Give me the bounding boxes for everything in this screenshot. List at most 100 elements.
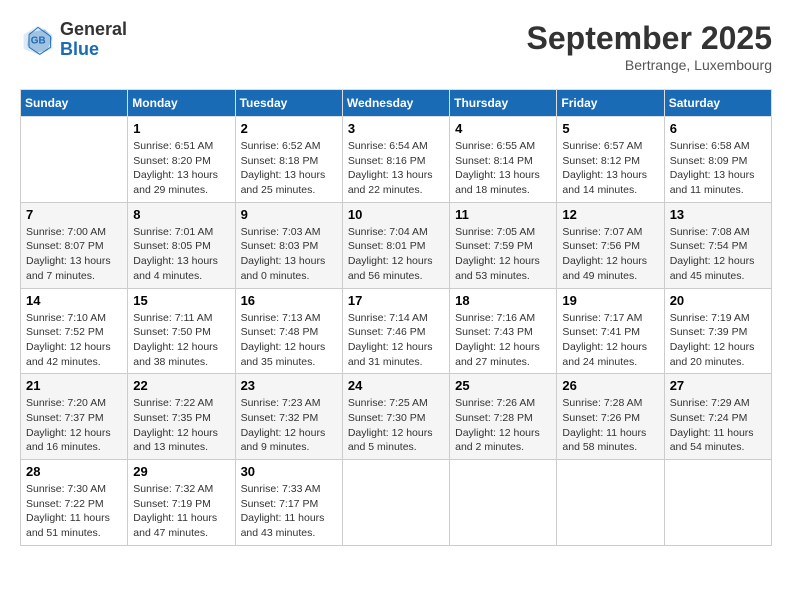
weekday-header-row: SundayMondayTuesdayWednesdayThursdayFrid… xyxy=(21,90,772,117)
weekday-header-tuesday: Tuesday xyxy=(235,90,342,117)
day-number: 25 xyxy=(455,378,551,393)
weekday-header-monday: Monday xyxy=(128,90,235,117)
calendar-cell: 27 Sunrise: 7:29 AMSunset: 7:24 PMDayligh… xyxy=(664,374,771,460)
calendar-cell xyxy=(557,460,664,546)
day-info: Sunrise: 7:17 AMSunset: 7:41 PMDaylight:… xyxy=(562,311,658,370)
day-info: Sunrise: 7:28 AMSunset: 7:26 PMDaylight:… xyxy=(562,396,658,455)
calendar-cell xyxy=(342,460,449,546)
calendar-cell: 9Sunrise: 7:03 AMSunset: 8:03 PMDaylight… xyxy=(235,202,342,288)
day-info: Sunrise: 7:20 AMSunset: 7:37 PMDaylight:… xyxy=(26,396,122,455)
day-number: 20 xyxy=(670,293,766,308)
calendar-week-row: 7 Sunrise: 7:00 AMSunset: 8:07 PMDaylight… xyxy=(21,202,772,288)
day-number: 17 xyxy=(348,293,444,308)
calendar-cell: 11 Sunrise: 7:05 AMSunset: 7:59 PMDayligh… xyxy=(450,202,557,288)
day-info: Sunrise: 7:29 AMSunset: 7:24 PMDaylight:… xyxy=(670,396,766,455)
logo-text: General Blue xyxy=(60,20,127,60)
calendar-cell: 24 Sunrise: 7:25 AMSunset: 7:30 PMDayligh… xyxy=(342,374,449,460)
calendar-cell xyxy=(664,460,771,546)
day-number: 28 xyxy=(26,464,122,479)
calendar-cell xyxy=(450,460,557,546)
day-info: Sunrise: 7:08 AMSunset: 7:54 PMDaylight:… xyxy=(670,225,766,284)
calendar-cell: 18Sunrise: 7:16 AMSunset: 7:43 PMDayligh… xyxy=(450,288,557,374)
logo: GB General Blue xyxy=(20,20,127,60)
calendar-table: SundayMondayTuesdayWednesdayThursdayFrid… xyxy=(20,89,772,546)
day-info: Sunrise: 7:10 AMSunset: 7:52 PMDaylight:… xyxy=(26,311,122,370)
calendar-cell: 28Sunrise: 7:30 AMSunset: 7:22 PMDayligh… xyxy=(21,460,128,546)
day-number: 13 xyxy=(670,207,766,222)
calendar-cell: 23 Sunrise: 7:23 AMSunset: 7:32 PMDayligh… xyxy=(235,374,342,460)
logo-blue-text: Blue xyxy=(60,40,127,60)
day-number: 6 xyxy=(670,121,766,136)
calendar-header: SundayMondayTuesdayWednesdayThursdayFrid… xyxy=(21,90,772,117)
calendar-cell: 29Sunrise: 7:32 AMSunset: 7:19 PMDayligh… xyxy=(128,460,235,546)
day-number: 15 xyxy=(133,293,229,308)
weekday-header-friday: Friday xyxy=(557,90,664,117)
day-info: Sunrise: 7:22 AMSunset: 7:35 PMDaylight:… xyxy=(133,396,229,455)
calendar-week-row: 14Sunrise: 7:10 AMSunset: 7:52 PMDayligh… xyxy=(21,288,772,374)
day-info: Sunrise: 6:57 AMSunset: 8:12 PMDaylight:… xyxy=(562,139,658,198)
day-number: 1 xyxy=(133,121,229,136)
day-info: Sunrise: 7:05 AMSunset: 7:59 PMDaylight:… xyxy=(455,225,551,284)
calendar-cell: 25 Sunrise: 7:26 AMSunset: 7:28 PMDayligh… xyxy=(450,374,557,460)
calendar-cell: 21 Sunrise: 7:20 AMSunset: 7:37 PMDayligh… xyxy=(21,374,128,460)
month-title: September 2025 xyxy=(527,20,772,57)
day-info: Sunrise: 6:51 AMSunset: 8:20 PMDaylight:… xyxy=(133,139,229,198)
weekday-header-thursday: Thursday xyxy=(450,90,557,117)
day-number: 22 xyxy=(133,378,229,393)
day-info: Sunrise: 7:33 AMSunset: 7:17 PMDaylight:… xyxy=(241,482,337,541)
day-info: Sunrise: 6:55 AMSunset: 8:14 PMDaylight:… xyxy=(455,139,551,198)
day-number: 12 xyxy=(562,207,658,222)
calendar-week-row: 1 Sunrise: 6:51 AMSunset: 8:20 PMDaylight… xyxy=(21,117,772,203)
day-info: Sunrise: 7:04 AMSunset: 8:01 PMDaylight:… xyxy=(348,225,444,284)
day-number: 27 xyxy=(670,378,766,393)
day-number: 26 xyxy=(562,378,658,393)
day-info: Sunrise: 6:58 AMSunset: 8:09 PMDaylight:… xyxy=(670,139,766,198)
logo-icon: GB xyxy=(20,22,56,58)
day-info: Sunrise: 7:03 AMSunset: 8:03 PMDaylight:… xyxy=(241,225,337,284)
logo-general-text: General xyxy=(60,20,127,40)
calendar-cell: 20Sunrise: 7:19 AMSunset: 7:39 PMDayligh… xyxy=(664,288,771,374)
calendar-cell: 13 Sunrise: 7:08 AMSunset: 7:54 PMDayligh… xyxy=(664,202,771,288)
svg-text:GB: GB xyxy=(31,35,46,46)
calendar-cell: 10 Sunrise: 7:04 AMSunset: 8:01 PMDayligh… xyxy=(342,202,449,288)
calendar-cell: 12Sunrise: 7:07 AMSunset: 7:56 PMDayligh… xyxy=(557,202,664,288)
calendar-week-row: 21 Sunrise: 7:20 AMSunset: 7:37 PMDayligh… xyxy=(21,374,772,460)
day-info: Sunrise: 7:00 AMSunset: 8:07 PMDaylight:… xyxy=(26,225,122,284)
title-block: September 2025 Bertrange, Luxembourg xyxy=(527,20,772,73)
day-info: Sunrise: 7:26 AMSunset: 7:28 PMDaylight:… xyxy=(455,396,551,455)
calendar-cell: 8Sunrise: 7:01 AMSunset: 8:05 PMDaylight… xyxy=(128,202,235,288)
day-info: Sunrise: 7:01 AMSunset: 8:05 PMDaylight:… xyxy=(133,225,229,284)
day-number: 19 xyxy=(562,293,658,308)
weekday-header-sunday: Sunday xyxy=(21,90,128,117)
day-number: 2 xyxy=(241,121,337,136)
day-info: Sunrise: 6:54 AMSunset: 8:16 PMDaylight:… xyxy=(348,139,444,198)
day-info: Sunrise: 7:25 AMSunset: 7:30 PMDaylight:… xyxy=(348,396,444,455)
calendar-cell: 5Sunrise: 6:57 AMSunset: 8:12 PMDaylight… xyxy=(557,117,664,203)
calendar-cell: 2Sunrise: 6:52 AMSunset: 8:18 PMDaylight… xyxy=(235,117,342,203)
location-subtitle: Bertrange, Luxembourg xyxy=(527,57,772,73)
calendar-cell: 1 Sunrise: 6:51 AMSunset: 8:20 PMDaylight… xyxy=(128,117,235,203)
calendar-cell xyxy=(21,117,128,203)
calendar-cell: 15 Sunrise: 7:11 AMSunset: 7:50 PMDayligh… xyxy=(128,288,235,374)
day-number: 7 xyxy=(26,207,122,222)
calendar-cell: 16Sunrise: 7:13 AMSunset: 7:48 PMDayligh… xyxy=(235,288,342,374)
calendar-cell: 3Sunrise: 6:54 AMSunset: 8:16 PMDaylight… xyxy=(342,117,449,203)
day-number: 10 xyxy=(348,207,444,222)
day-number: 11 xyxy=(455,207,551,222)
day-info: Sunrise: 7:23 AMSunset: 7:32 PMDaylight:… xyxy=(241,396,337,455)
calendar-week-row: 28Sunrise: 7:30 AMSunset: 7:22 PMDayligh… xyxy=(21,460,772,546)
day-number: 23 xyxy=(241,378,337,393)
day-number: 4 xyxy=(455,121,551,136)
day-number: 24 xyxy=(348,378,444,393)
calendar-cell: 4 Sunrise: 6:55 AMSunset: 8:14 PMDaylight… xyxy=(450,117,557,203)
calendar-cell: 22 Sunrise: 7:22 AMSunset: 7:35 PMDayligh… xyxy=(128,374,235,460)
day-info: Sunrise: 7:13 AMSunset: 7:48 PMDaylight:… xyxy=(241,311,337,370)
calendar-cell: 26 Sunrise: 7:28 AMSunset: 7:26 PMDayligh… xyxy=(557,374,664,460)
calendar-cell: 7 Sunrise: 7:00 AMSunset: 8:07 PMDaylight… xyxy=(21,202,128,288)
weekday-header-wednesday: Wednesday xyxy=(342,90,449,117)
day-info: Sunrise: 7:16 AMSunset: 7:43 PMDaylight:… xyxy=(455,311,551,370)
day-number: 29 xyxy=(133,464,229,479)
page-header: GB General Blue September 2025 Bertrange… xyxy=(20,20,772,73)
day-number: 21 xyxy=(26,378,122,393)
day-info: Sunrise: 7:11 AMSunset: 7:50 PMDaylight:… xyxy=(133,311,229,370)
